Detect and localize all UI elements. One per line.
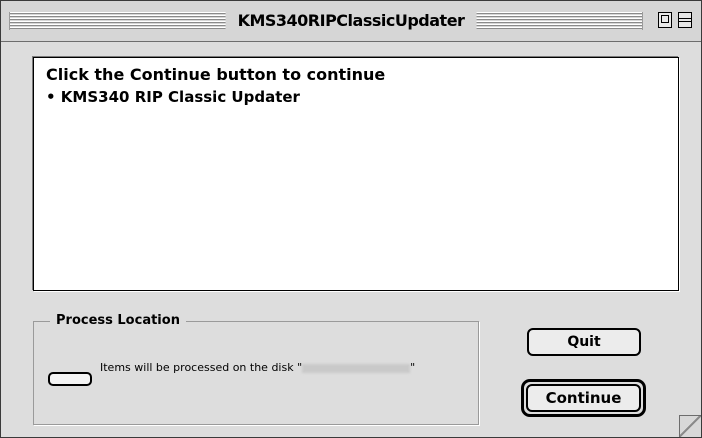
quit-button[interactable]: Quit: [527, 328, 641, 356]
collapse-box-icon[interactable]: [678, 12, 692, 28]
resize-grip-icon[interactable]: [679, 415, 701, 437]
title-bar[interactable]: KMS340RIPClassicUpdater: [1, 1, 701, 42]
message-panel: Click the Continue button to continue • …: [33, 57, 679, 291]
continue-button[interactable]: Continue: [526, 384, 641, 412]
disk-icon: [48, 372, 92, 386]
window-title: KMS340RIPClassicUpdater: [225, 10, 477, 32]
update-item: • KMS340 RIP Classic Updater: [46, 88, 300, 106]
process-location-legend: Process Location: [50, 312, 186, 330]
instruction-text: Click the Continue button to continue: [46, 65, 386, 84]
process-location-group: Process Location Items will be processed…: [33, 312, 479, 425]
process-message-text: Items will be processed on the disk ": [100, 361, 303, 374]
disk-name-redacted: [302, 363, 411, 373]
process-message-end: ": [410, 361, 416, 374]
process-location-message: Items will be processed on the disk " ": [100, 360, 415, 376]
updater-window: KMS340RIPClassicUpdater Click the Contin…: [0, 0, 702, 438]
zoom-box-icon[interactable]: [658, 12, 672, 28]
